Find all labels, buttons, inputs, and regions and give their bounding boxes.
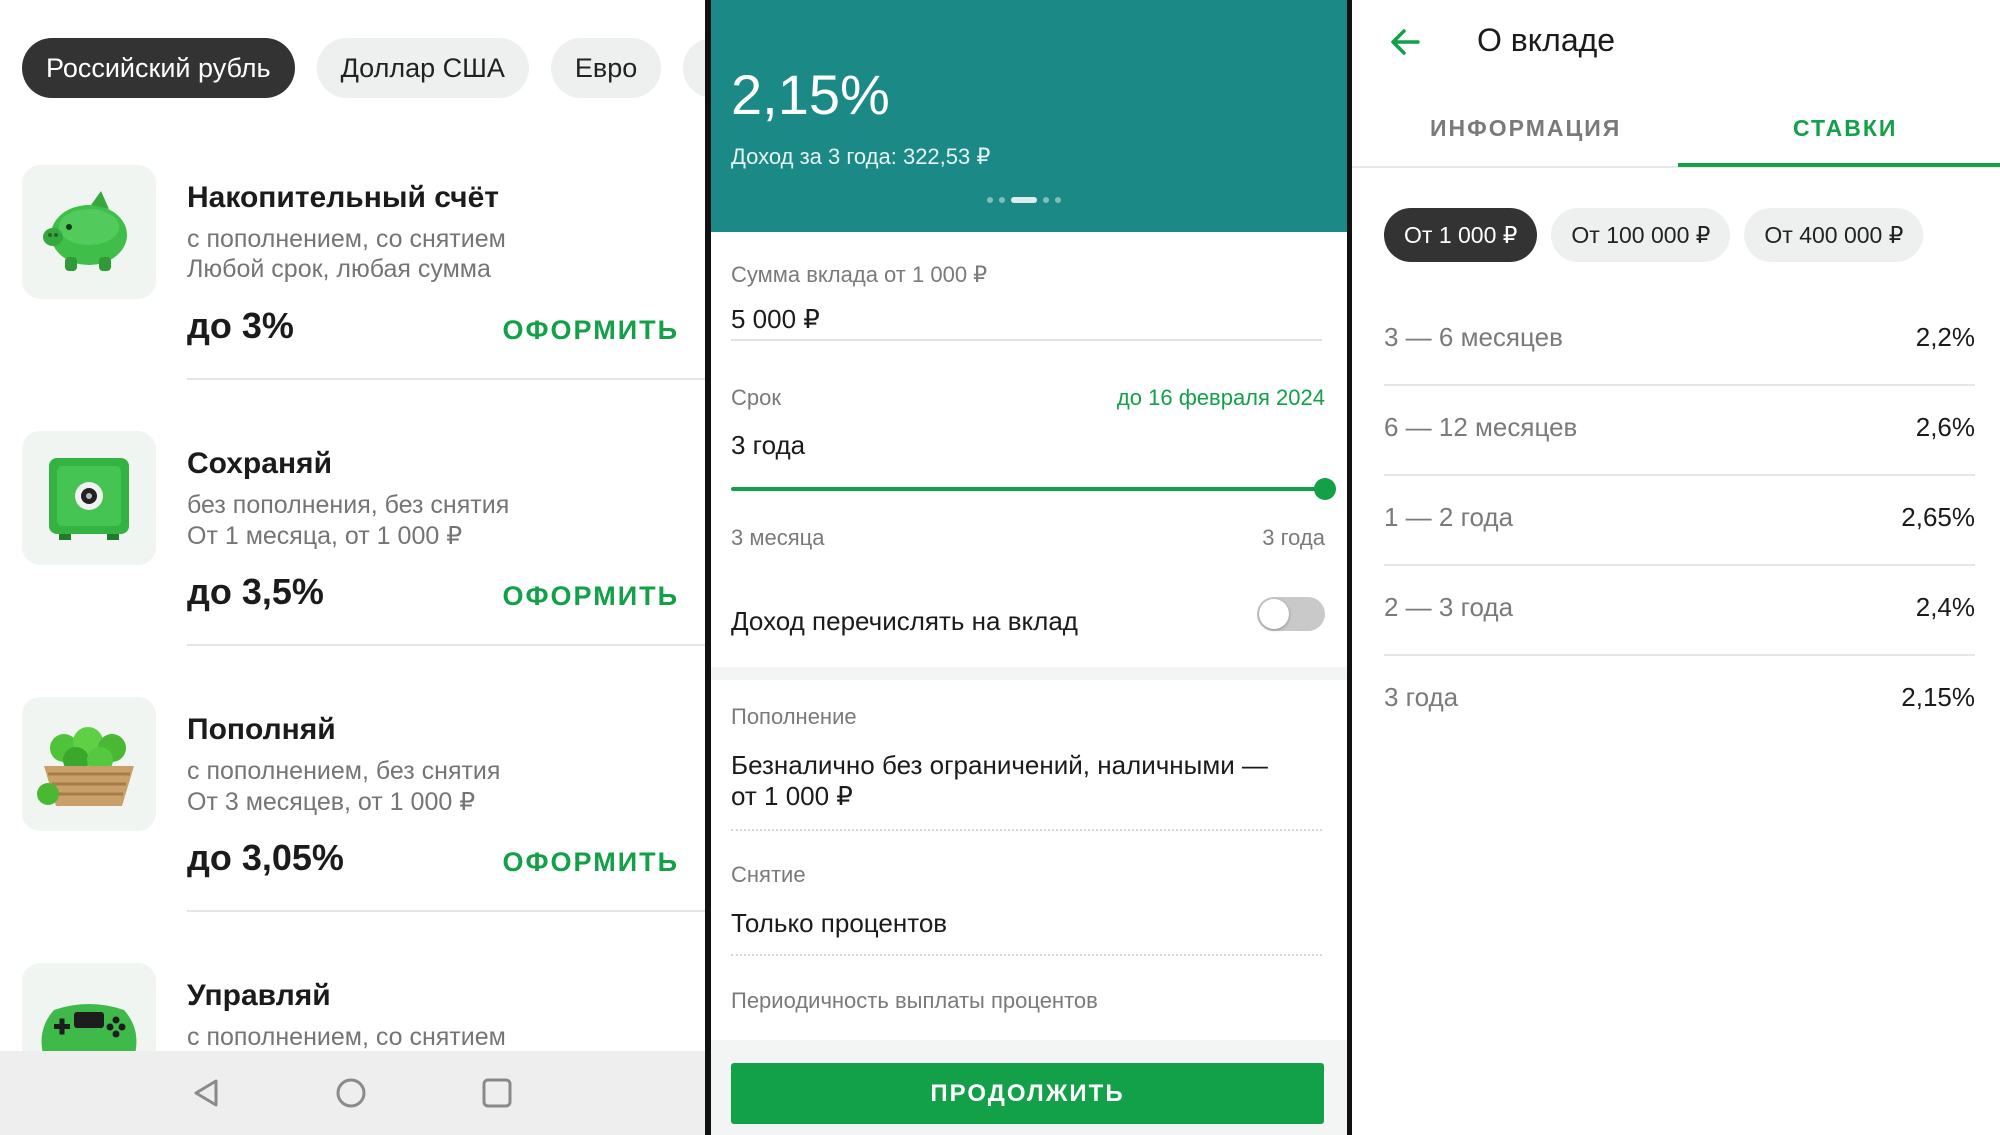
deposit-title: Накопительный счёт xyxy=(187,181,499,214)
page-dot xyxy=(999,197,1005,203)
capitalization-label: Доход перечислять на вклад xyxy=(731,606,1078,636)
rate-term: 6 — 12 месяцев xyxy=(1384,412,1578,442)
capitalization-toggle[interactable] xyxy=(1257,597,1325,631)
piggy-bank-icon xyxy=(22,165,156,299)
topup-value-line2: от 1 000 ₽ xyxy=(731,781,853,811)
divider xyxy=(187,644,705,646)
deposit-conditions: с пополнением, со снятием xyxy=(187,1023,506,1051)
amount-underline xyxy=(731,339,1322,341)
amount-label: Сумма вклада от 1 000 ₽ xyxy=(731,262,988,287)
rate-value: 2,4% xyxy=(1915,592,1975,622)
apply-button[interactable]: ОФОРМИТЬ xyxy=(503,847,680,878)
rate-row: 6 — 12 месяцев 2,6% xyxy=(1384,386,1975,476)
rate-value: 2,65% xyxy=(1901,502,1975,532)
rate-row: 3 — 6 месяцев 2,2% xyxy=(1384,296,1975,386)
deposit-title: Сохраняй xyxy=(187,447,333,480)
amount-chip[interactable]: От 400 000 ₽ xyxy=(1744,208,1924,262)
deposit-conditions: с пополнением, со снятием xyxy=(187,225,506,253)
term-slider-track[interactable] xyxy=(731,487,1325,491)
currency-chip-usd[interactable]: Доллар США xyxy=(316,38,529,98)
active-tab-indicator xyxy=(1678,163,2000,167)
term-end-date: до 16 февраля 2024 xyxy=(1116,385,1325,410)
deposit-title: Пополняй xyxy=(187,713,336,746)
divider xyxy=(187,378,705,380)
deposit-title: Управляй xyxy=(187,979,331,1012)
deposit-rate: до 3% xyxy=(187,305,294,346)
deposit-rate: до 3,5% xyxy=(187,571,324,612)
rate-value: 2,15% xyxy=(1901,682,1975,712)
slider-min-label: 3 месяца xyxy=(731,525,825,550)
withdraw-value: Только процентов xyxy=(731,908,948,938)
safe-icon xyxy=(22,431,156,565)
page-dot xyxy=(1043,197,1049,203)
rate-term: 3 — 6 месяцев xyxy=(1384,322,1563,352)
deposit-terms: Любой срок, любая сумма xyxy=(187,255,491,283)
currency-chip-rub[interactable]: Российский рубль xyxy=(22,38,295,98)
apply-button[interactable]: ОФОРМИТЬ xyxy=(503,581,680,612)
currency-chip-eur[interactable]: Евро xyxy=(550,38,662,98)
slider-max-label: 3 года xyxy=(1262,525,1325,550)
apple-basket-icon xyxy=(22,697,156,831)
deposit-rate: до 3,05% xyxy=(187,837,344,878)
deposit-terms: От 3 месяцев, от 1 000 ₽ xyxy=(187,788,476,816)
tab-information[interactable]: ИНФОРМАЦИЯ xyxy=(1430,115,1621,142)
back-arrow-icon[interactable] xyxy=(1388,24,1424,60)
currency-chips: Российский рубль Доллар США Евро Д xyxy=(22,38,705,98)
deposits-list-screen: Российский рубль Доллар США Евро Д Накоп… xyxy=(0,0,705,1135)
amount-chip[interactable]: От 100 000 ₽ xyxy=(1551,208,1731,262)
deposit-conditions: без пополнения, без снятия xyxy=(187,491,510,519)
deposit-calculator-screen: 2,15% Доход за 3 года: 322,53 ₽ Сумма вк… xyxy=(711,0,1347,1135)
page-dot xyxy=(1055,197,1061,203)
rate-term: 1 — 2 года xyxy=(1384,502,1514,532)
page-dot xyxy=(987,197,993,203)
withdraw-label: Снятие xyxy=(731,862,806,887)
page-title: О вкладе xyxy=(1477,22,1616,58)
apply-button[interactable]: ОФОРМИТЬ xyxy=(503,315,680,346)
deposit-conditions: с пополнением, без снятия xyxy=(187,757,501,785)
page-dot-active xyxy=(1011,197,1037,203)
currency-chip-more[interactable]: Д xyxy=(683,38,705,98)
term-label: Срок xyxy=(731,385,781,410)
payout-frequency-label: Периодичность выплаты процентов xyxy=(731,988,1098,1013)
amount-chip[interactable]: От 1 000 ₽ xyxy=(1384,208,1538,262)
topup-label: Пополнение xyxy=(731,704,857,729)
divider xyxy=(731,954,1322,956)
topup-value-line1: Безналично без ограничений, наличными — xyxy=(731,750,1268,780)
recents-nav-icon[interactable] xyxy=(479,1075,515,1111)
rate-value: 2,2% xyxy=(1915,322,1975,352)
rate-row: 3 года 2,15% xyxy=(1384,656,1975,746)
rate-term: 2 — 3 года xyxy=(1384,592,1514,622)
toggle-knob xyxy=(1259,599,1289,629)
continue-button[interactable]: ПРОДОЛЖИТЬ xyxy=(731,1063,1324,1124)
term-value: 3 года xyxy=(731,430,806,460)
rate-value: 2,15% xyxy=(731,63,890,126)
parameters-card: Сумма вклада от 1 000 ₽ 5 000 ₽ Срок до … xyxy=(711,232,1347,667)
conditions-card: Пополнение Безналично без ограничений, н… xyxy=(711,680,1347,1040)
rate-header: 2,15% Доход за 3 года: 322,53 ₽ xyxy=(711,0,1347,232)
divider xyxy=(731,829,1322,831)
term-slider-thumb[interactable] xyxy=(1314,478,1336,500)
amount-input[interactable]: 5 000 ₽ xyxy=(731,304,820,335)
rate-term: 3 года xyxy=(1384,682,1459,712)
rate-row: 2 — 3 года 2,4% xyxy=(1384,566,1975,656)
divider xyxy=(187,910,705,912)
system-nav-bar xyxy=(0,1051,705,1135)
amount-chips: От 1 000 ₽ От 100 000 ₽ От 400 000 ₽ xyxy=(1384,208,1924,262)
back-nav-icon[interactable] xyxy=(188,1075,224,1111)
page-indicator xyxy=(987,197,1061,203)
home-nav-icon[interactable] xyxy=(333,1075,369,1111)
deposit-terms: От 1 месяца, от 1 000 ₽ xyxy=(187,522,463,550)
tab-rates[interactable]: СТАВКИ xyxy=(1793,115,1897,142)
rate-value: 2,6% xyxy=(1915,412,1975,442)
rate-row: 1 — 2 года 2,65% xyxy=(1384,476,1975,566)
deposit-rates-screen: О вкладе ИНФОРМАЦИЯ СТАВКИ От 1 000 ₽ От… xyxy=(1352,0,2000,1135)
income-text: Доход за 3 года: 322,53 ₽ xyxy=(731,144,991,169)
